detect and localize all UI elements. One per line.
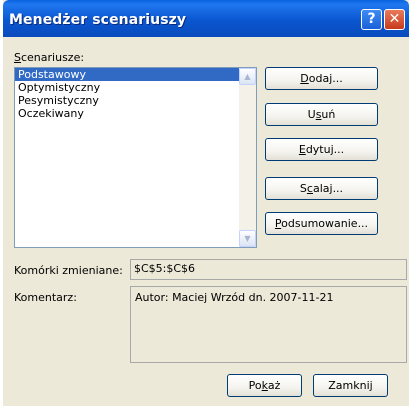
close-button[interactable]: Zamknij — [313, 374, 388, 397]
add-button[interactable]: Dodaj... — [265, 67, 378, 90]
list-item-podstawowy[interactable]: Podstawowy — [15, 68, 256, 81]
changing-cells-field: $C$5:$C$6 — [130, 259, 407, 280]
list-scrollbar[interactable]: ▲ ▼ — [239, 68, 256, 247]
title-bar[interactable]: Menedżer scenariuszy ? ✕ — [3, 0, 409, 37]
chevron-up-icon[interactable]: ▲ — [239, 68, 256, 85]
chevron-down-icon[interactable]: ▼ — [239, 230, 256, 247]
comment-field: Autor: Maciej Wrzód dn. 2007-11-21 — [130, 286, 407, 363]
comment-label: Komentarz: — [14, 291, 77, 304]
list-item-optymistyczny[interactable]: Optymistyczny — [15, 81, 256, 94]
list-item-pesymistyczny[interactable]: Pesymistyczny — [15, 94, 256, 107]
scenarios-label: Scenariusze: — [14, 51, 85, 64]
merge-button[interactable]: Scalaj... — [265, 177, 378, 200]
show-button[interactable]: Pokaż — [227, 374, 302, 397]
changing-cells-label: Komórki zmieniane: — [14, 264, 123, 277]
scenarios-listbox[interactable]: Podstawowy Optymistyczny Pesymistyczny O… — [14, 67, 257, 248]
window-title: Menedżer scenariuszy — [9, 12, 187, 28]
edit-button[interactable]: Edytuj... — [265, 138, 378, 161]
delete-button[interactable]: Usuń — [265, 103, 378, 126]
scenario-manager-dialog: Menedżer scenariuszy ? ✕ Scenariusze: Po… — [3, 0, 409, 406]
close-icon[interactable]: ✕ — [384, 9, 405, 30]
summary-button[interactable]: Podsumowanie... — [265, 212, 378, 235]
help-icon[interactable]: ? — [361, 9, 382, 30]
list-item-oczekiwany[interactable]: Oczekiwany — [15, 107, 256, 120]
